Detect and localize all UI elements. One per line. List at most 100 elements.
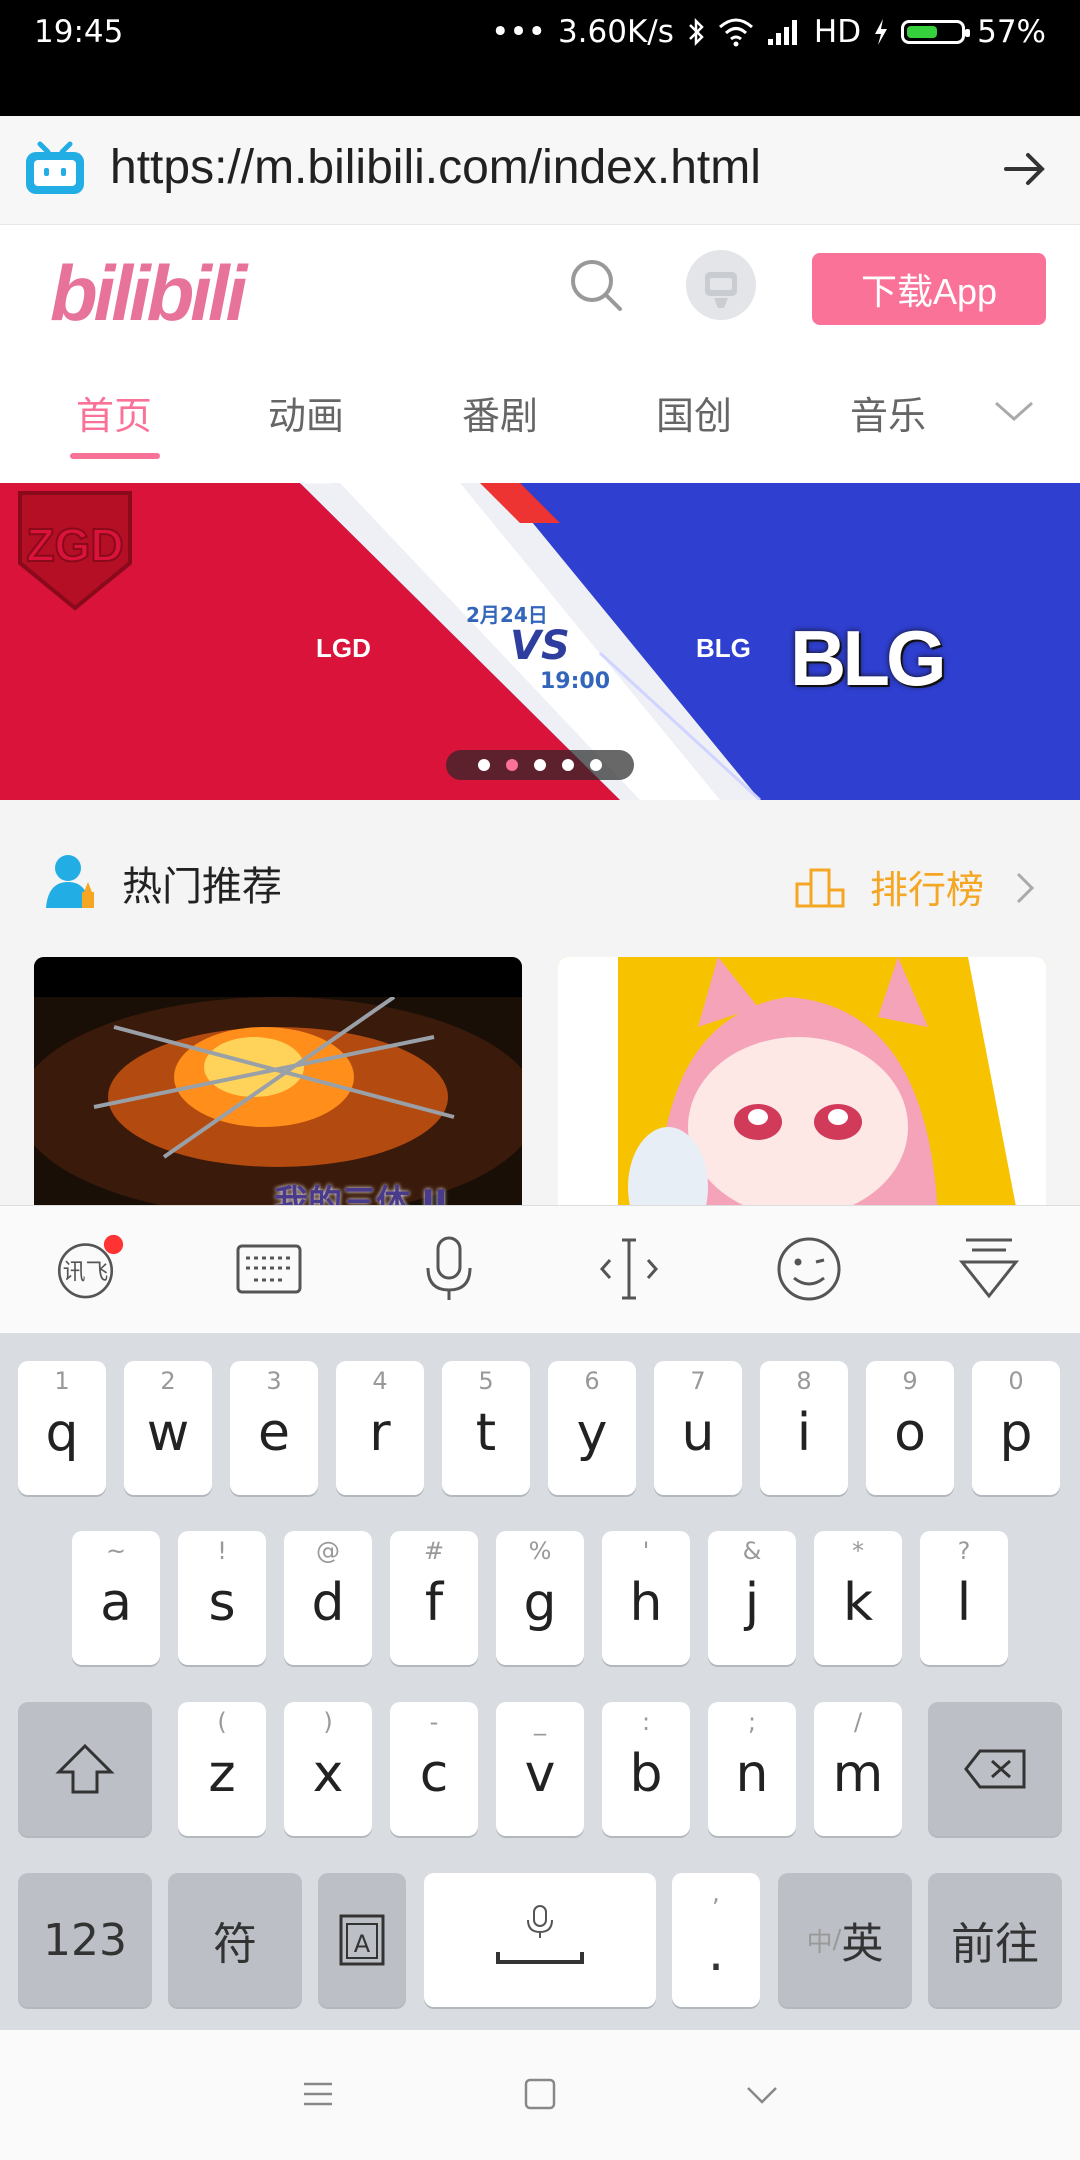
- key-g[interactable]: % g: [496, 1531, 584, 1665]
- key-y[interactable]: 6y: [548, 1361, 636, 1495]
- key-label: d: [311, 1573, 345, 1633]
- soft-keyboard: 1 q 2 w 3 e 4 r 5 t 6 y 7 u 8 i 9 o 0 p ~ a! s @ d # f% g ' h & j * k? l(z…: [0, 1333, 1080, 2030]
- key-w[interactable]: 2w: [124, 1361, 212, 1495]
- ranking-link[interactable]: 排行榜: [794, 856, 984, 916]
- key-label: n: [735, 1744, 769, 1804]
- space-mic-icon: [496, 1905, 584, 1964]
- key-label: .: [707, 1923, 725, 1983]
- avatar[interactable]: [686, 250, 756, 320]
- key-u[interactable]: 7u: [654, 1361, 742, 1495]
- signal-icon: [767, 20, 797, 45]
- key-label: c: [419, 1744, 449, 1804]
- key-label: k: [842, 1573, 874, 1633]
- key-label: b: [629, 1744, 663, 1804]
- key-q[interactable]: 1q: [18, 1361, 106, 1495]
- banner-carousel[interactable]: ZGD LGD 2月24日 VS 19:00 BLG BLG: [0, 483, 1080, 800]
- arrow-right-icon[interactable]: [1000, 144, 1050, 194]
- key-s[interactable]: ! s: [178, 1531, 266, 1665]
- carousel-dot[interactable]: [534, 759, 546, 771]
- tab-music[interactable]: 音乐: [850, 385, 926, 440]
- hot-user-icon: [46, 855, 94, 908]
- url-text[interactable]: https://m.bilibili.com/index.html: [110, 140, 761, 195]
- bluetooth-icon: [689, 17, 704, 47]
- language-switch-key[interactable]: 中 / 英: [778, 1873, 912, 2007]
- status-bar: 19:45 ••• 3.60K/s HD 57%: [0, 0, 1080, 116]
- key-z[interactable]: (z: [178, 1702, 266, 1836]
- team-left-name: LGD: [316, 633, 371, 663]
- tab-animation[interactable]: 动画: [268, 385, 344, 440]
- go-key[interactable]: 前往: [928, 1873, 1062, 2007]
- system-navigation-bar: [0, 2030, 1080, 2160]
- key-l[interactable]: ? l: [920, 1531, 1008, 1665]
- carousel-dot[interactable]: [590, 759, 602, 771]
- carousel-dot[interactable]: [478, 759, 490, 771]
- address-bar[interactable]: https://m.bilibili.com/index.html: [0, 116, 1080, 225]
- carousel-dot-active[interactable]: [506, 759, 518, 771]
- menu-icon[interactable]: [300, 2076, 336, 2112]
- backspace-key[interactable]: [928, 1702, 1062, 1836]
- key-e[interactable]: 3e: [230, 1361, 318, 1495]
- key-j[interactable]: & j: [708, 1531, 796, 1665]
- key-secondary-label: ~: [105, 1537, 127, 1565]
- space-key[interactable]: [424, 1873, 656, 2007]
- key-x[interactable]: ) x: [284, 1702, 372, 1836]
- ranking-label[interactable]: 排行榜: [870, 859, 984, 914]
- tab-guochuang[interactable]: 国创: [656, 385, 732, 440]
- network-type: HD: [813, 14, 862, 50]
- key-h[interactable]: ' h: [602, 1531, 690, 1665]
- search-icon[interactable]: [566, 255, 626, 315]
- key-secondary-label: (: [217, 1708, 227, 1736]
- shift-key[interactable]: [18, 1702, 152, 1836]
- key-secondary-label: &: [742, 1537, 762, 1565]
- status-indicators: ••• 3.60K/s HD 57%: [491, 12, 1046, 52]
- key-label: e: [258, 1403, 290, 1463]
- tab-home[interactable]: 首页: [76, 385, 152, 440]
- key-t[interactable]: 5t: [442, 1361, 530, 1495]
- cursor-icon[interactable]: [594, 1234, 664, 1304]
- period-key[interactable]: ,.: [672, 1873, 760, 2007]
- key-f[interactable]: # f: [390, 1531, 478, 1665]
- blg-team-logo: BLG: [790, 614, 947, 702]
- key-d[interactable]: @ d: [284, 1531, 372, 1665]
- key-secondary-label: ,: [712, 1879, 720, 1907]
- team-right-name: BLG: [696, 633, 751, 663]
- download-app-button[interactable]: 下载App: [812, 253, 1046, 325]
- key-m[interactable]: / m: [814, 1702, 902, 1836]
- xunfei-icon[interactable]: 讯飞: [54, 1234, 124, 1304]
- symbols-key[interactable]: 符: [168, 1873, 302, 2007]
- key-r[interactable]: 4r: [336, 1361, 424, 1495]
- keyboard-icon[interactable]: [234, 1234, 304, 1304]
- key-p[interactable]: 0p: [972, 1361, 1060, 1495]
- carousel-dot[interactable]: [562, 759, 574, 771]
- key-label: t: [475, 1403, 497, 1463]
- lang-inactive: 中: [806, 1927, 833, 1958]
- key-secondary-label: ?: [957, 1537, 971, 1565]
- key-c[interactable]: -c: [390, 1702, 478, 1836]
- key-secondary-label: @: [316, 1537, 340, 1565]
- lang-active: 英: [841, 1918, 884, 1968]
- key-b[interactable]: :b: [602, 1702, 690, 1836]
- site-header: bilibili 下载App: [0, 225, 1080, 355]
- bilibili-logo[interactable]: bilibili: [50, 248, 247, 339]
- key-a[interactable]: ~ a: [72, 1531, 160, 1665]
- key-k[interactable]: * k: [814, 1531, 902, 1665]
- chevron-right-icon[interactable]: [1010, 868, 1040, 908]
- key-v[interactable]: _ v: [496, 1702, 584, 1836]
- video-card[interactable]: 我的三体 II: [34, 957, 522, 1205]
- chevron-down-icon[interactable]: [990, 395, 1038, 425]
- emoji-icon[interactable]: [774, 1234, 844, 1304]
- key-i[interactable]: 8i: [760, 1361, 848, 1495]
- key-n[interactable]: ; n: [708, 1702, 796, 1836]
- home-icon[interactable]: [522, 2076, 558, 2112]
- numbers-key[interactable]: 123: [18, 1873, 152, 2007]
- microphone-icon[interactable]: [414, 1234, 484, 1304]
- back-icon[interactable]: [744, 2076, 780, 2112]
- key-secondary-label: 6: [584, 1367, 600, 1395]
- key-secondary-label: 3: [266, 1367, 282, 1395]
- key-secondary-label: 8: [796, 1367, 812, 1395]
- tab-bangumi[interactable]: 番剧: [462, 385, 538, 440]
- video-card[interactable]: [558, 957, 1046, 1205]
- collapse-keyboard-icon[interactable]: [954, 1234, 1024, 1304]
- key-o[interactable]: 9o: [866, 1361, 954, 1495]
- clipboard-key[interactable]: A: [318, 1873, 406, 2007]
